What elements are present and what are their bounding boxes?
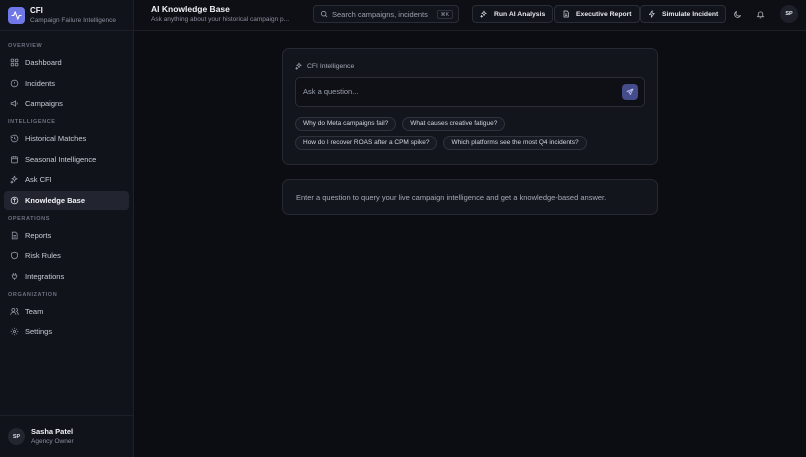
sidebar-item-knowledge-base[interactable]: Knowledge Base	[4, 190, 129, 210]
sidebar-item-label: Campaigns	[25, 99, 63, 108]
suggestion-chip[interactable]: How do I recover ROAS after a CPM spike?	[295, 136, 438, 150]
page-title: AI Knowledge Base	[151, 4, 230, 14]
knowledge-icon	[10, 196, 19, 205]
sidebar-item-label: Team	[25, 306, 44, 316]
moon-icon	[733, 10, 741, 18]
suggestion-chip[interactable]: Why do Meta campaigns fail?	[295, 117, 397, 131]
sidebar-item-label: Incidents	[25, 78, 56, 88]
user-profile[interactable]: SP Sasha Patel Agency Owner	[0, 415, 133, 457]
suggestion-chip[interactable]: What causes creative fatigue?	[402, 117, 506, 131]
executive-report-button[interactable]: Executive Report	[554, 5, 640, 23]
megaphone-icon	[10, 99, 19, 108]
sidebar-nav: OVERVIEW Dashboard Incidents Campaigns I…	[0, 31, 133, 341]
sidebar: CFI Campaign Failure Intelligence OVERVI…	[0, 0, 134, 457]
brand-subtitle: Campaign Failure Intelligence	[30, 16, 116, 24]
sparkles-icon	[295, 62, 303, 70]
top-header: AI Knowledge Base Ask anything about you…	[134, 0, 806, 31]
sidebar-item-ask-cfi[interactable]: Ask CFI	[4, 170, 129, 189]
sidebar-item-campaigns[interactable]: Campaigns	[4, 94, 129, 113]
chip-row: How do I recover ROAS after a CPM spike?…	[295, 136, 655, 150]
answer-card: Enter a question to query your live camp…	[282, 179, 658, 215]
sidebar-item-historical-matches[interactable]: Historical Matches	[4, 129, 129, 148]
dashboard-icon	[10, 58, 19, 67]
sidebar-item-reports[interactable]: Reports	[4, 226, 129, 245]
brand-name: CFI	[30, 5, 43, 15]
chip-row: Why do Meta campaigns fail? What causes …	[295, 117, 655, 131]
sidebar-item-label: Dashboard	[25, 58, 62, 67]
lightning-icon	[648, 10, 656, 18]
card-label: CFI Intelligence	[307, 62, 355, 70]
search-bar[interactable]: ⌘K	[313, 5, 459, 23]
nav-section-operations: OPERATIONS	[8, 215, 50, 222]
search-icon	[320, 10, 328, 18]
page-subtitle: Ask anything about your historical campa…	[151, 16, 290, 23]
card-header: CFI Intelligence	[295, 62, 354, 70]
sidebar-item-seasonal-intelligence[interactable]: Seasonal Intelligence	[4, 150, 129, 169]
search-shortcut: ⌘K	[436, 10, 453, 19]
sidebar-item-integrations[interactable]: Integrations	[4, 267, 129, 286]
run-ai-analysis-button[interactable]: Run AI Analysis	[472, 5, 554, 23]
plug-icon	[10, 272, 19, 281]
user-name: Sasha Patel	[31, 427, 74, 436]
sparkles-icon	[480, 10, 488, 18]
user-role: Agency Owner	[31, 438, 74, 445]
send-icon	[626, 88, 634, 96]
calendar-icon	[10, 155, 19, 164]
send-button[interactable]	[622, 84, 638, 100]
simulate-incident-label: Simulate Incident	[662, 10, 719, 18]
sidebar-item-risk-rules[interactable]: Risk Rules	[4, 246, 129, 265]
sidebar-item-label: Historical Matches	[25, 134, 87, 143]
run-ai-analysis-label: Run AI Analysis	[494, 10, 546, 18]
sidebar-item-label: Integrations	[25, 271, 65, 281]
suggestion-chips: Why do Meta campaigns fail? What causes …	[295, 117, 655, 155]
suggestion-chip[interactable]: Which platforms see the most Q4 incident…	[443, 136, 587, 150]
sidebar-item-dashboard[interactable]: Dashboard	[4, 53, 129, 72]
gear-icon	[10, 327, 19, 336]
sidebar-item-settings[interactable]: Settings	[4, 322, 129, 341]
theme-toggle-button[interactable]	[730, 7, 744, 21]
file-icon	[562, 10, 570, 18]
sidebar-item-label: Seasonal Intelligence	[25, 154, 97, 164]
sidebar-item-team[interactable]: Team	[4, 302, 129, 321]
answer-placeholder-text: Enter a question to query your live camp…	[296, 193, 607, 202]
alert-circle-icon	[10, 79, 19, 88]
nav-section-overview: OVERVIEW	[8, 43, 43, 49]
bell-icon	[756, 11, 764, 18]
shield-icon	[10, 251, 19, 260]
ask-card: CFI Intelligence Why do Meta campaigns f…	[282, 48, 658, 165]
simulate-incident-button[interactable]: Simulate Incident	[640, 5, 727, 23]
executive-report-label: Executive Report	[576, 10, 632, 18]
header-avatar[interactable]: SP	[780, 5, 798, 23]
sidebar-item-label: Ask CFI	[25, 175, 52, 184]
brand[interactable]: CFI Campaign Failure Intelligence	[0, 0, 133, 31]
team-icon	[10, 307, 19, 316]
sidebar-item-label: Settings	[25, 327, 53, 336]
nav-section-intelligence: INTELLIGENCE	[8, 119, 56, 125]
sidebar-item-incidents[interactable]: Incidents	[4, 74, 129, 93]
sidebar-item-label: Risk Rules	[25, 251, 61, 260]
file-icon	[10, 231, 19, 240]
sidebar-item-label: Reports	[25, 230, 52, 240]
search-input[interactable]	[332, 9, 436, 19]
avatar: SP	[8, 428, 25, 445]
history-icon	[10, 134, 19, 143]
question-input[interactable]	[303, 87, 603, 96]
pulse-logo-icon	[8, 6, 25, 24]
ask-box	[295, 77, 645, 107]
notifications-button[interactable]	[753, 7, 767, 21]
sidebar-item-label: Knowledge Base	[25, 195, 86, 205]
nav-section-organization: ORGANIZATION	[8, 291, 58, 298]
sparkles-icon	[10, 175, 19, 184]
